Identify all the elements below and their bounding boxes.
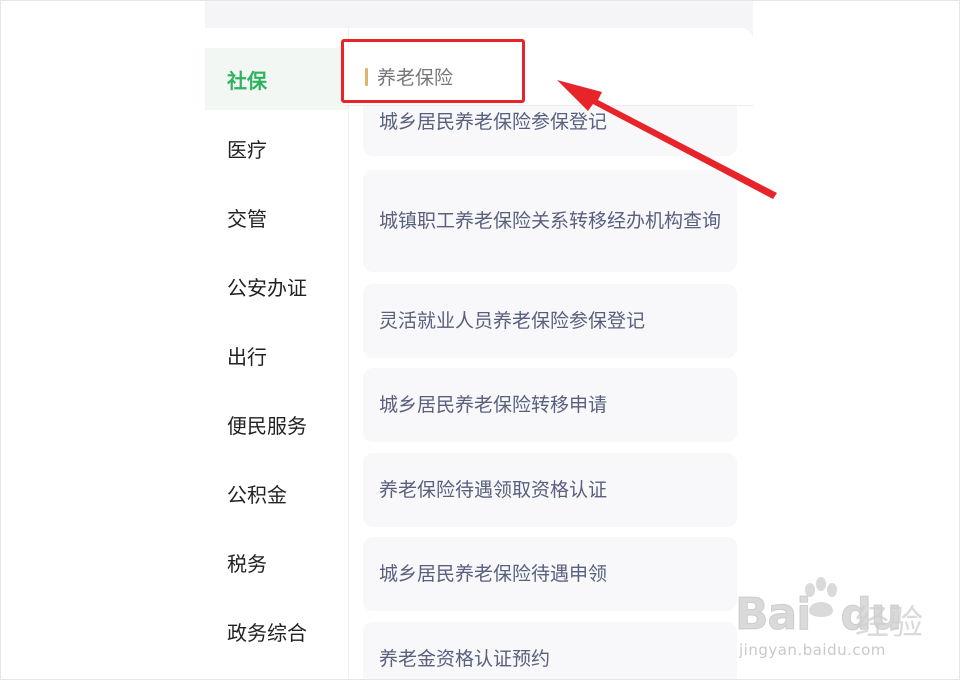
service-card-label: 养老保险待遇领取资格认证 (379, 479, 608, 501)
sidebar-item-medical[interactable]: 医疗 (205, 117, 348, 179)
watermark-brand: Bai du (734, 589, 902, 641)
sidebar-item-housing-fund[interactable]: 公积金 (205, 462, 348, 524)
sidebar-item-police-certificates[interactable]: 公安办证 (205, 255, 348, 317)
section-title: 养老保险 (377, 67, 454, 89)
sidebar-item-label: 交管 (227, 206, 267, 231)
sidebar-item-social-security[interactable]: 社保 (205, 48, 348, 110)
sidebar-item-label: 出行 (227, 344, 267, 369)
sidebar-item-travel[interactable]: 出行 (205, 324, 348, 386)
sidebar-item-label: 便民服务 (227, 413, 307, 438)
paw-icon (805, 577, 837, 617)
service-list: 城乡居民养老保险参保登记 城镇职工养老保险关系转移经办机构查询 灵活就业人员养老… (363, 28, 738, 680)
watermark-brand-cn: 经验 (855, 603, 923, 643)
screenshot-canvas: 社保 医疗 交管 公安办证 出行 便民服务 公积金 税务 政务综合 城乡居民养老… (0, 0, 960, 680)
service-card[interactable]: 城镇职工养老保险关系转移经办机构查询 (363, 170, 737, 272)
service-card-label: 城乡居民养老保险参保登记 (379, 111, 608, 133)
service-card[interactable]: 养老金资格认证预约 (363, 622, 737, 680)
sidebar-item-label: 公安办证 (227, 275, 307, 300)
category-sidebar: 社保 医疗 交管 公安办证 出行 便民服务 公积金 税务 政务综合 (205, 28, 348, 680)
service-card-label: 养老金资格认证预约 (379, 648, 551, 670)
baidu-jingyan-watermark: Bai du 经验 jingyan.baidu.com (734, 575, 945, 665)
sidebar-item-traffic[interactable]: 交管 (205, 186, 348, 248)
service-card[interactable]: 城乡居民养老保险转移申请 (363, 368, 737, 442)
app-screen: 社保 医疗 交管 公安办证 出行 便民服务 公积金 税务 政务综合 城乡居民养老… (205, 0, 753, 680)
service-card-label: 灵活就业人员养老保险参保登记 (379, 310, 646, 332)
service-card[interactable]: 城乡居民养老保险待遇申领 (363, 537, 737, 611)
sidebar-item-tax[interactable]: 税务 (205, 531, 348, 593)
service-card-label: 城镇职工养老保险关系转移经办机构查询 (379, 210, 722, 232)
sidebar-item-label: 税务 (227, 551, 267, 576)
sidebar-item-government-affairs[interactable]: 政务综合 (205, 600, 348, 662)
sidebar-divider (348, 28, 349, 680)
service-card-label: 城乡居民养老保险转移申请 (379, 394, 608, 416)
service-card[interactable]: 养老保险待遇领取资格认证 (363, 453, 737, 527)
sidebar-item-label: 公积金 (227, 482, 287, 507)
section-header: 养老保险 (345, 48, 753, 106)
section-accent-bar (365, 67, 368, 86)
service-card[interactable]: 灵活就业人员养老保险参保登记 (363, 284, 737, 358)
sidebar-item-public-services[interactable]: 便民服务 (205, 393, 348, 455)
service-card-label: 城乡居民养老保险待遇申领 (379, 563, 608, 585)
sidebar-item-label: 社保 (227, 68, 267, 93)
sidebar-item-label: 医疗 (227, 137, 267, 162)
sidebar-item-label: 政务综合 (227, 620, 307, 645)
watermark-url: jingyan.baidu.com (739, 641, 886, 659)
